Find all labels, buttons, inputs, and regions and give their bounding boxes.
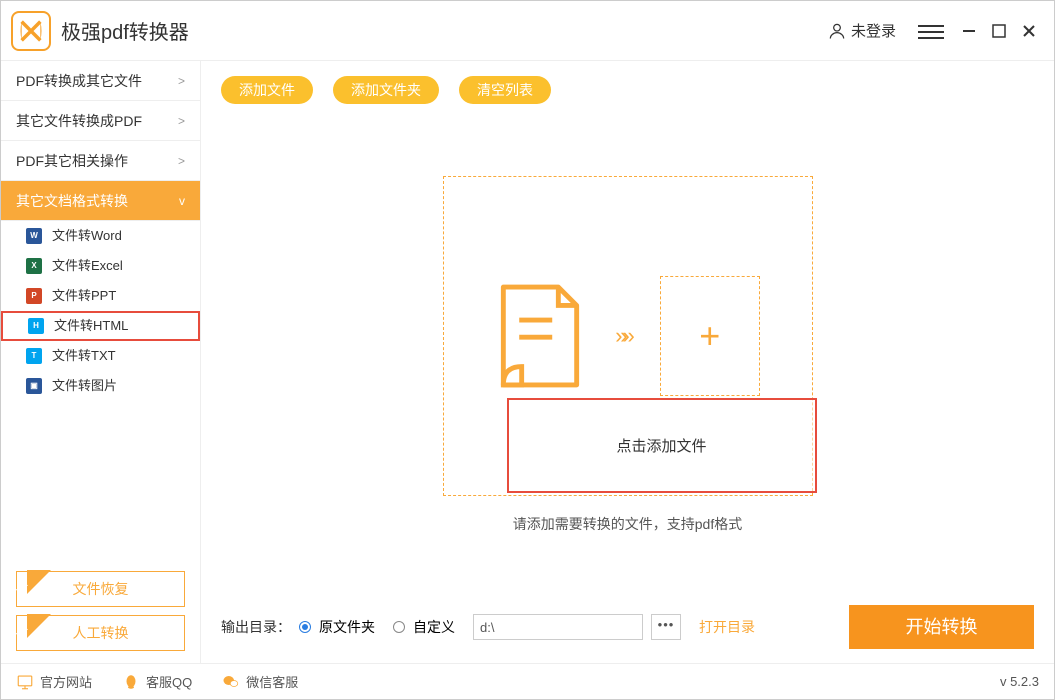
category-other-to-pdf[interactable]: 其它文件转换成PDF > [1,101,200,141]
image-icon: ▣ [26,378,42,394]
drop-area: »» + 点击添加文件 请添加需要转换的文件，支持pdf格式 [201,119,1054,591]
sidebar-item-to-ppt[interactable]: P 文件转PPT [1,281,200,311]
title-bar: 极强pdf转换器 未登录 [1,1,1054,61]
sidebar-item-to-word[interactable]: W 文件转Word [1,221,200,251]
toolbar: 添加文件 添加文件夹 清空列表 [201,61,1054,119]
browse-button[interactable]: ••• [651,614,681,640]
click-add-file-area[interactable]: 点击添加文件 [507,398,817,493]
chevron-right-icon: > [178,61,185,101]
qq-support-link[interactable]: 客服QQ [122,672,192,691]
ppt-icon: P [26,288,42,304]
category-other-doc-convert[interactable]: 其它文档格式转换 v [1,181,200,221]
monitor-icon [16,673,34,691]
user-login-button[interactable]: 未登录 [827,20,896,41]
start-convert-button[interactable]: 开始转换 [849,605,1034,649]
output-path-input[interactable] [473,614,643,640]
menu-button[interactable] [918,21,944,41]
document-icon [495,281,585,391]
radio-custom-label: 自定义 [413,617,455,637]
radio-original-folder[interactable] [299,621,311,633]
user-status-label: 未登录 [851,20,896,41]
minimize-button[interactable] [954,16,984,46]
user-icon [827,21,847,41]
chevron-down-icon: v [179,181,185,221]
open-dir-link[interactable]: 打开目录 [699,617,755,637]
hot-tag: Hot [15,570,39,594]
main-panel: 添加文件 添加文件夹 清空列表 »» + 点击添加文 [201,61,1054,663]
chevron-right-icon: > [178,101,185,141]
app-title: 极强pdf转换器 [61,16,189,45]
output-dir-label: 输出目录： [221,617,291,637]
sidebar-item-to-excel[interactable]: X 文件转Excel [1,251,200,281]
chevron-right-icon: > [178,141,185,181]
wechat-icon [222,673,240,691]
sidebar-item-to-image[interactable]: ▣ 文件转图片 [1,371,200,401]
add-file-button[interactable]: 添加文件 [221,76,313,104]
manual-convert-button[interactable]: Hot 人工转换 [16,615,185,651]
sidebar: PDF转换成其它文件 > 其它文件转换成PDF > PDF其它相关操作 > 其它… [1,61,201,663]
output-bar: 输出目录： 原文件夹 自定义 ••• 打开目录 开始转换 [201,591,1054,663]
category-pdf-other-ops[interactable]: PDF其它相关操作 > [1,141,200,181]
drop-hint-text: 请添加需要转换的文件，支持pdf格式 [513,514,742,534]
close-button[interactable] [1014,16,1044,46]
clear-list-button[interactable]: 清空列表 [459,76,551,104]
qq-icon [122,673,140,691]
app-logo [11,11,51,51]
sidebar-item-to-txt[interactable]: T 文件转TXT [1,341,200,371]
plus-target: + [660,276,760,396]
maximize-button[interactable] [984,16,1014,46]
file-recovery-button[interactable]: Hot 文件恢复 [16,571,185,607]
radio-custom-folder[interactable] [393,621,405,633]
word-icon: W [26,228,42,244]
category-pdf-to-other[interactable]: PDF转换成其它文件 > [1,61,200,101]
txt-icon: T [26,348,42,364]
radio-original-label: 原文件夹 [319,617,375,637]
official-website-link[interactable]: 官方网站 [16,672,92,691]
sidebar-item-to-html[interactable]: H 文件转HTML [1,311,200,341]
drop-zone[interactable]: »» + 点击添加文件 [443,176,813,496]
footer: 官方网站 客服QQ 微信客服 v 5.2.3 [1,663,1054,699]
arrow-icon: »» [615,323,629,349]
version-label: v 5.2.3 [1000,674,1039,689]
excel-icon: X [26,258,42,274]
html-icon: H [28,318,44,334]
hot-tag: Hot [15,614,39,638]
add-folder-button[interactable]: 添加文件夹 [333,76,439,104]
wechat-support-link[interactable]: 微信客服 [222,672,298,691]
